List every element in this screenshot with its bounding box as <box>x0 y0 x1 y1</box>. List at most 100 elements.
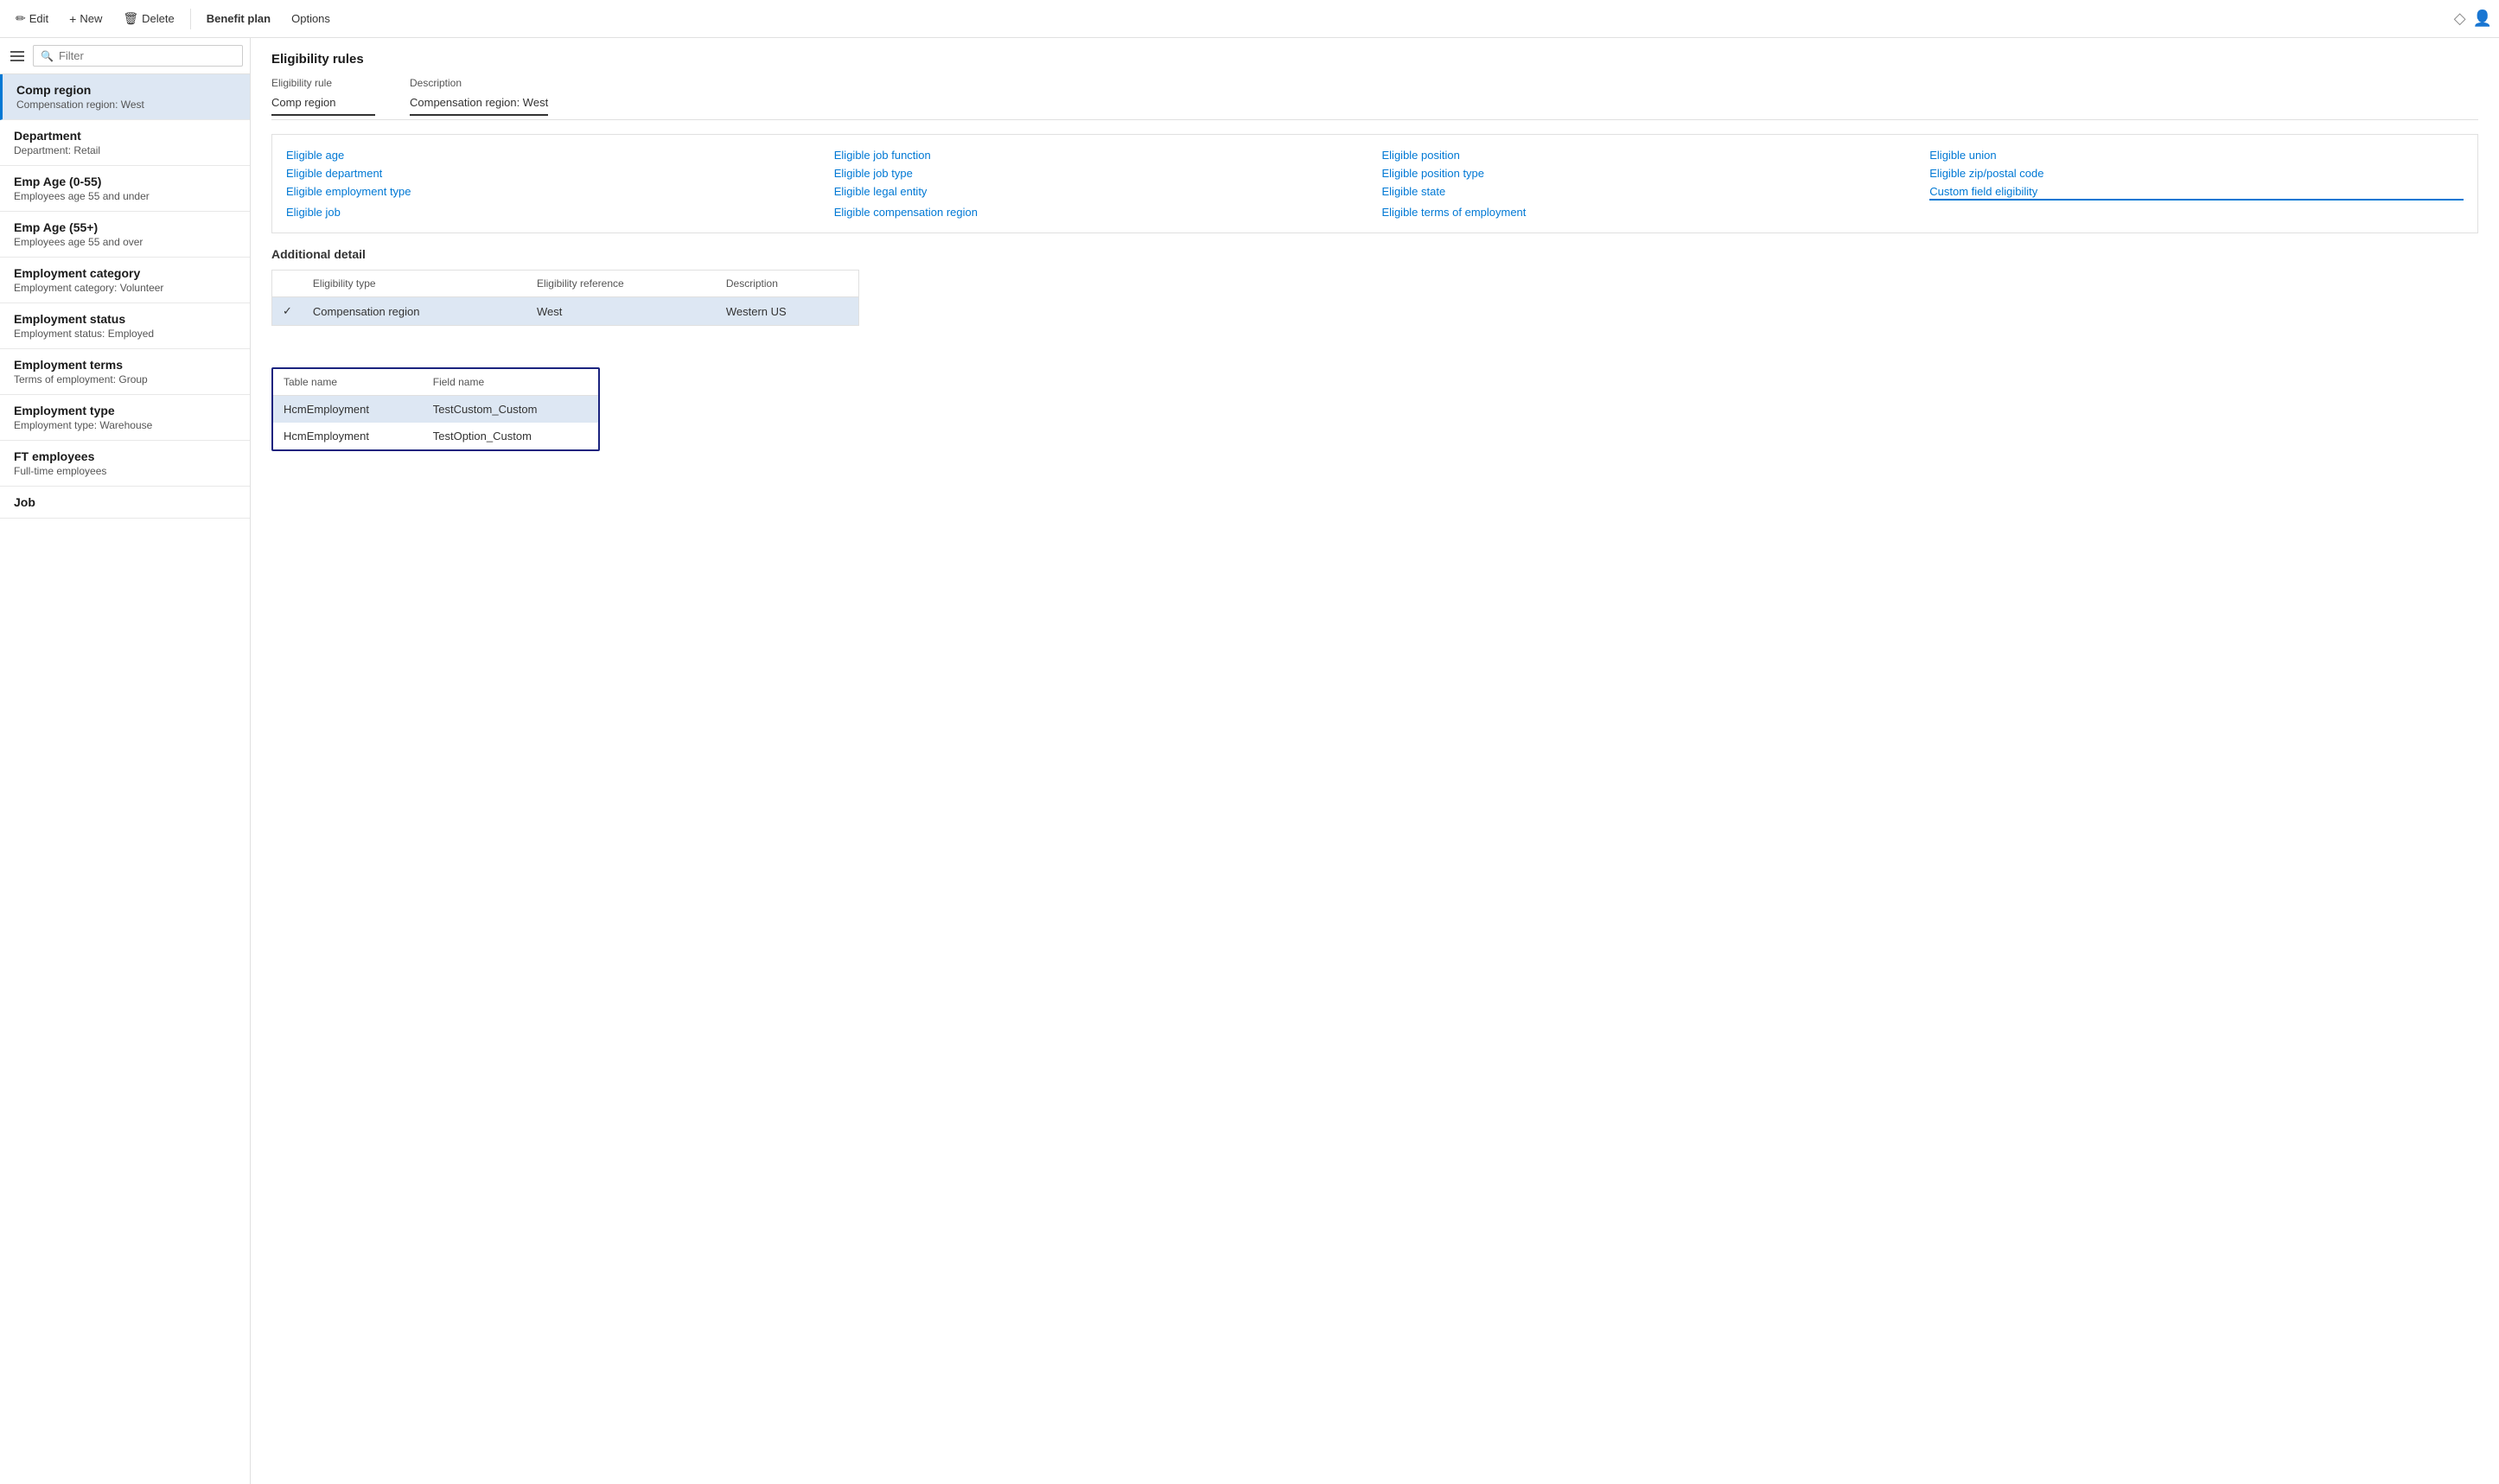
sidebar-item-title-1: Department <box>14 129 236 143</box>
sidebar-item-subtitle-6: Terms of employment: Group <box>14 373 236 385</box>
content-area: Eligibility rules Eligibility rule Comp … <box>251 38 2499 1484</box>
sidebar-item-subtitle-8: Full-time employees <box>14 465 236 477</box>
link-eligible-union[interactable]: Eligible union <box>1929 149 2464 162</box>
sidebar-search-container: 🔍 <box>33 45 243 67</box>
rule-col2-value: Compensation region: West <box>410 91 548 116</box>
eligibility-row-0[interactable]: ✓ Compensation region West Western US <box>272 297 859 326</box>
sidebar-item-title-4: Employment category <box>14 266 236 280</box>
custom-field-row-1[interactable]: HcmEmployment TestOption_Custom <box>273 423 598 449</box>
toolbar-right: ◇ 👤 <box>2454 10 2492 28</box>
link-eligible-job-type[interactable]: Eligible job type <box>834 167 1368 180</box>
table-header-row: Eligibility type Eligibility reference D… <box>272 271 859 297</box>
search-icon: 🔍 <box>41 50 54 62</box>
link-eligible-age[interactable]: Eligible age <box>286 149 820 162</box>
link-eligible-job-function[interactable]: Eligible job function <box>834 149 1368 162</box>
sidebar-item-title-9: Job <box>14 495 236 509</box>
eligibility-rules-section: Eligibility rules Eligibility rule Comp … <box>271 52 2478 120</box>
eligibility-reference-header: Eligibility reference <box>526 271 716 297</box>
additional-detail-title: Additional detail <box>271 247 2478 261</box>
new-button[interactable]: + New <box>61 9 111 29</box>
custom-field-wrapper: Table name Field name HcmEmployment Test… <box>271 347 2478 454</box>
sidebar-item-4[interactable]: Employment category Employment category:… <box>0 258 250 303</box>
rule-col1-value: Comp region <box>271 91 375 116</box>
edit-icon: ✏ <box>16 11 26 26</box>
check-col-header <box>272 271 303 297</box>
toolbar: ✏ Edit + New 🗑 Delete Benefit plan Optio… <box>0 0 2499 38</box>
sidebar-item-title-0: Comp region <box>16 83 236 97</box>
sidebar-item-1[interactable]: Department Department: Retail <box>0 120 250 166</box>
link-eligible-legal-entity[interactable]: Eligible legal entity <box>834 185 1368 201</box>
sidebar-item-subtitle-5: Employment status: Employed <box>14 328 236 340</box>
sidebar-item-title-8: FT employees <box>14 449 236 463</box>
links-grid: Eligible age Eligible job function Eligibl… <box>271 134 2478 233</box>
custom-field-row-0[interactable]: HcmEmployment TestCustom_Custom <box>273 396 598 424</box>
custom-field-section: Table name Field name HcmEmployment Test… <box>271 367 600 451</box>
sidebar-item-8[interactable]: FT employees Full-time employees <box>0 441 250 487</box>
link-eligible-compensation-region[interactable]: Eligible compensation region <box>834 206 1368 219</box>
new-icon: + <box>69 12 76 26</box>
additional-detail-section: Additional detail Eligibility type Eligi… <box>271 247 2478 326</box>
link-eligible-state[interactable]: Eligible state <box>1382 185 1916 201</box>
sidebar: 🔍 Comp region Compensation region: West … <box>0 38 251 1484</box>
options-button[interactable]: Options <box>283 9 339 29</box>
sidebar-item-9[interactable]: Job <box>0 487 250 519</box>
rule-col2: Description Compensation region: West <box>410 77 548 116</box>
sidebar-item-subtitle-1: Department: Retail <box>14 144 236 156</box>
link-eligible-department[interactable]: Eligible department <box>286 167 820 180</box>
sidebar-item-subtitle-2: Employees age 55 and under <box>14 190 236 202</box>
eligibility-table: Eligibility type Eligibility reference D… <box>271 270 859 326</box>
sidebar-item-title-3: Emp Age (55+) <box>14 220 236 234</box>
type-cell-0: Compensation region <box>303 297 526 326</box>
divider-1 <box>190 9 191 29</box>
benefit-plan-label: Benefit plan <box>207 12 271 25</box>
description-header: Description <box>716 271 859 297</box>
edit-label: Edit <box>29 12 48 25</box>
edit-button[interactable]: ✏ Edit <box>7 8 57 29</box>
link-eligible-position-type[interactable]: Eligible position type <box>1382 167 1916 180</box>
sidebar-item-5[interactable]: Employment status Employment status: Emp… <box>0 303 250 349</box>
sidebar-item-2[interactable]: Emp Age (0-55) Employees age 55 and unde… <box>0 166 250 212</box>
new-label: New <box>80 12 102 25</box>
rule-col2-label: Description <box>410 77 548 89</box>
field-name-header: Field name <box>423 369 598 396</box>
search-input[interactable] <box>59 49 235 62</box>
link-custom-field-eligibility[interactable]: Custom field eligibility <box>1929 185 2464 201</box>
table-name-cell-0: HcmEmployment <box>273 396 423 424</box>
user-icon: 👤 <box>2473 10 2492 28</box>
sidebar-item-6[interactable]: Employment terms Terms of employment: Gr… <box>0 349 250 395</box>
rule-header: Eligibility rule Comp region Description… <box>271 77 2478 120</box>
link-eligible-employment-type[interactable]: Eligible employment type <box>286 185 820 201</box>
sidebar-list: Comp region Compensation region: West De… <box>0 74 250 1484</box>
options-label: Options <box>291 12 330 25</box>
sidebar-top: 🔍 <box>0 38 250 74</box>
link-eligible-zip/postal-code[interactable]: Eligible zip/postal code <box>1929 167 2464 180</box>
delete-icon: 🗑 <box>123 11 138 26</box>
sidebar-item-subtitle-7: Employment type: Warehouse <box>14 419 236 431</box>
diamond-icon: ◇ <box>2454 10 2466 28</box>
hamburger-icon[interactable] <box>7 48 28 65</box>
sidebar-item-title-2: Emp Age (0-55) <box>14 175 236 188</box>
link-eligible-job[interactable]: Eligible job <box>286 206 820 219</box>
field-name-cell-0: TestCustom_Custom <box>423 396 598 424</box>
custom-field-header-row: Table name Field name <box>273 369 598 396</box>
table-name-cell-1: HcmEmployment <box>273 423 423 449</box>
sidebar-item-title-7: Employment type <box>14 404 236 417</box>
delete-label: Delete <box>142 12 175 25</box>
link-eligible-position[interactable]: Eligible position <box>1382 149 1916 162</box>
rule-col1: Eligibility rule Comp region <box>271 77 375 116</box>
check-cell-0: ✓ <box>272 297 303 326</box>
benefit-plan-button[interactable]: Benefit plan <box>198 9 279 29</box>
link-eligible-terms-of-employment[interactable]: Eligible terms of employment <box>1382 206 1916 219</box>
sidebar-item-7[interactable]: Employment type Employment type: Warehou… <box>0 395 250 441</box>
eligibility-type-header: Eligibility type <box>303 271 526 297</box>
sidebar-item-title-6: Employment terms <box>14 358 236 372</box>
field-name-cell-1: TestOption_Custom <box>423 423 598 449</box>
custom-field-table: Table name Field name HcmEmployment Test… <box>273 369 598 449</box>
sidebar-item-0[interactable]: Comp region Compensation region: West <box>0 74 250 120</box>
sidebar-item-subtitle-0: Compensation region: West <box>16 99 236 111</box>
description-cell-0: Western US <box>716 297 859 326</box>
sidebar-item-3[interactable]: Emp Age (55+) Employees age 55 and over <box>0 212 250 258</box>
sidebar-item-subtitle-4: Employment category: Volunteer <box>14 282 236 294</box>
rule-col1-label: Eligibility rule <box>271 77 375 89</box>
delete-button[interactable]: 🗑 Delete <box>114 8 182 29</box>
